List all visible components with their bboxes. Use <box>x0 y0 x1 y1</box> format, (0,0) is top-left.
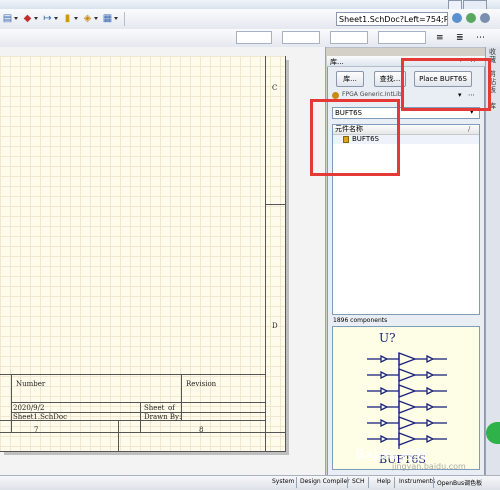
buffer-triangle <box>398 400 417 414</box>
forward-icon[interactable] <box>466 13 476 23</box>
watermark: Baidu 经验 <box>355 448 428 463</box>
title-number-label: Number <box>16 380 46 388</box>
window-title-strip <box>0 0 500 9</box>
sort-icon[interactable]: / <box>468 125 470 133</box>
buffer-triangle <box>398 384 417 398</box>
schematic-sheet[interactable]: C D Number Revision 2020/9/2 Sheet of Sh… <box>0 56 286 452</box>
align-icon[interactable]: ≡ <box>436 33 444 43</box>
format-icon[interactable]: ≣ <box>456 33 464 43</box>
library-icon <box>332 92 339 99</box>
buffer-triangle <box>398 352 417 366</box>
output-arrow <box>426 418 435 428</box>
input-arrow <box>380 370 389 380</box>
input-arrow <box>380 418 389 428</box>
font-combo[interactable] <box>236 31 272 44</box>
title-file-value: Sheet1.SchDoc <box>13 413 68 421</box>
libraries-button[interactable]: 库... <box>336 71 364 87</box>
library-name: FPGA Generic.IntLib <box>342 91 402 98</box>
output-arrow <box>426 402 435 412</box>
library-panel-title: 库... <box>330 58 344 66</box>
highlight-box-place-button <box>401 58 491 111</box>
document-path-field[interactable]: Sheet1.SchDoc?Left=754;Right= <box>336 12 448 26</box>
style-combo[interactable] <box>330 31 368 44</box>
grid-icon[interactable]: ▦ <box>102 13 113 24</box>
title-sheet-label: Sheet <box>144 404 165 412</box>
buffer-triangle <box>398 416 417 430</box>
chevron-down-icon[interactable] <box>74 17 78 20</box>
shape-tool-icon[interactable]: ◆ <box>22 13 33 24</box>
input-arrow <box>380 386 389 396</box>
home-icon[interactable] <box>480 13 490 23</box>
output-arrow <box>426 386 435 396</box>
column-label-7: 7 <box>34 426 39 434</box>
status-sch[interactable]: SCH <box>352 478 365 485</box>
buffer-triangle <box>398 368 417 382</box>
power-port-icon[interactable]: ▮ <box>62 13 73 24</box>
input-arrow <box>380 402 389 412</box>
align-combo[interactable] <box>378 31 426 44</box>
back-icon[interactable] <box>452 13 462 23</box>
size-combo[interactable] <box>282 31 320 44</box>
highlight-box-component-list <box>310 99 400 176</box>
status-help[interactable]: Help <box>377 478 391 485</box>
chevron-down-icon[interactable] <box>94 17 98 20</box>
chevron-down-icon[interactable] <box>54 17 58 20</box>
open-folder-icon[interactable]: ▤ <box>2 13 13 24</box>
input-arrow <box>380 434 389 444</box>
chevron-down-icon[interactable] <box>14 17 18 20</box>
wire-tool-icon[interactable]: ↦ <box>42 13 53 24</box>
chevron-down-icon[interactable] <box>114 17 118 20</box>
chevron-down-icon[interactable] <box>34 17 38 20</box>
part-tool-icon[interactable]: ◈ <box>82 13 93 24</box>
component-count: 1896 components <box>333 317 388 324</box>
more-icon[interactable]: ⋯ <box>476 33 485 43</box>
title-drawn-by-label: Drawn By: <box>144 413 182 421</box>
output-arrow <box>426 434 435 444</box>
status-openbus-palette[interactable]: OpenBus调色板 <box>437 478 482 487</box>
zone-label-d: D <box>272 322 278 330</box>
title-of-label: of <box>168 404 175 412</box>
column-label-8: 8 <box>199 426 204 434</box>
status-instruments[interactable]: Instruments <box>399 478 435 485</box>
zone-label-c: C <box>272 84 278 92</box>
buffer-symbol <box>367 352 447 449</box>
title-date-value: 2020/9/2 <box>13 404 45 412</box>
input-arrow <box>380 354 389 364</box>
title-revision-label: Revision <box>186 380 217 388</box>
output-arrow <box>426 370 435 380</box>
output-arrow <box>426 354 435 364</box>
watermark-url: jingyan.baidu.com <box>392 462 466 471</box>
preview-designator: U? <box>379 331 396 345</box>
status-system[interactable]: System <box>272 478 294 485</box>
status-design-compiler[interactable]: Design Compiler <box>300 478 350 485</box>
panel-tab-strip <box>485 47 500 475</box>
